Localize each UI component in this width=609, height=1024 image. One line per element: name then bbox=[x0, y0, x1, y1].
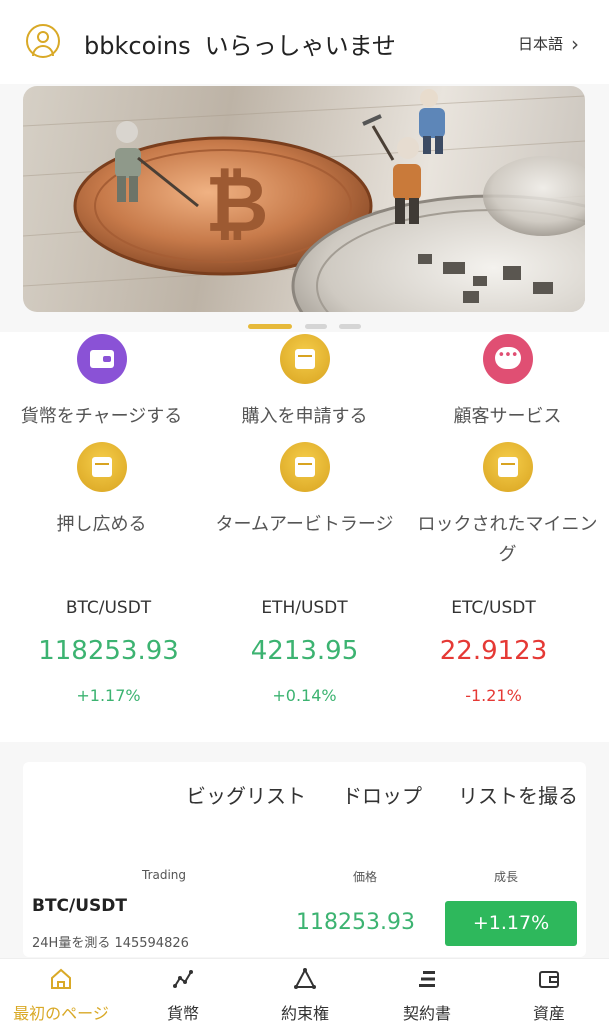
tab-losers[interactable]: ドロップ bbox=[342, 780, 422, 809]
tab-assets[interactable]: 資産 bbox=[488, 967, 609, 1024]
box-icon bbox=[279, 334, 330, 384]
quick-action-locked-mining[interactable]: ロックされたマイニング bbox=[406, 442, 609, 570]
quick-action-label: タームアービトラージ bbox=[215, 514, 394, 535]
ticker-symbol: BTC/USDT bbox=[65, 598, 152, 618]
tab-label: 資産 bbox=[532, 1004, 565, 1023]
ticker-price: 4213.95 bbox=[250, 636, 359, 666]
carousel-dot-3[interactable] bbox=[339, 324, 361, 329]
box-icon bbox=[76, 442, 127, 492]
ticker-btc[interactable]: BTC/USDT 118253.93 +1.17% bbox=[7, 598, 210, 705]
user-avatar-icon[interactable] bbox=[26, 24, 60, 58]
welcome-text: いらっしゃいませ bbox=[204, 32, 396, 60]
ticker-price: 118253.93 bbox=[38, 636, 179, 666]
bitcoin-miners-illustration: ₿ bbox=[23, 89, 585, 312]
row-price: 118253.93 bbox=[296, 910, 415, 935]
tab-currency[interactable]: 貨幣 bbox=[122, 967, 244, 1024]
market-tabs: ビッグリスト ドロップ リストを撮る bbox=[150, 780, 578, 809]
brand-name: bbkcoins bbox=[84, 32, 191, 60]
quick-action-support[interactable]: 顧客サービス bbox=[406, 334, 609, 432]
tab-home[interactable]: 最初のページ bbox=[0, 967, 122, 1024]
tab-label: 最初のページ bbox=[13, 1004, 109, 1023]
ticker-etc[interactable]: ETC/USDT 22.9123 -1.21% bbox=[392, 598, 595, 705]
quick-action-label: 押し広める bbox=[56, 514, 147, 535]
market-list: ビッグリスト ドロップ リストを撮る Trading 価格 成長 BTC/USDT … bbox=[23, 762, 586, 957]
svg-text:₿: ₿ bbox=[205, 160, 269, 250]
row-change-badge[interactable]: +1.17% bbox=[445, 901, 577, 946]
quick-action-purchase[interactable]: 購入を申請する bbox=[203, 334, 406, 432]
home-icon bbox=[0, 967, 122, 991]
tab-label: 約束権 bbox=[280, 1004, 329, 1023]
list-icon bbox=[366, 967, 488, 991]
promo-banner[interactable]: ₿ bbox=[23, 86, 585, 312]
language-selector[interactable]: 日本語 › bbox=[518, 32, 579, 56]
ticker-price: 22.9123 bbox=[439, 636, 548, 666]
row-symbol: BTC/USDT bbox=[32, 896, 127, 916]
wallet-icon bbox=[488, 967, 609, 991]
brand-title: bbkcoins いらっしゃいませ bbox=[84, 26, 396, 61]
row-volume: 24H量を測る 145594826 bbox=[32, 936, 189, 951]
quick-action-label: 購入を申請する bbox=[241, 406, 368, 427]
ticker-strip: BTC/USDT 118253.93 +1.17% ETH/USDT 4213.… bbox=[0, 582, 609, 742]
header: bbkcoins いらっしゃいませ 日本語 › bbox=[0, 0, 609, 84]
tab-contract[interactable]: 契約書 bbox=[366, 967, 488, 1024]
box-icon bbox=[279, 442, 330, 492]
chart-icon bbox=[122, 967, 244, 991]
ticker-change: -1.21% bbox=[465, 686, 522, 705]
tab-label: 契約書 bbox=[402, 1004, 451, 1023]
carousel-dot-2[interactable] bbox=[305, 324, 327, 329]
quick-action-arbitrage[interactable]: タームアービトラージ bbox=[203, 442, 406, 540]
ticker-symbol: ETH/USDT bbox=[261, 598, 348, 618]
ticker-change: +0.14% bbox=[272, 686, 337, 705]
ticker-symbol: ETC/USDT bbox=[451, 598, 536, 618]
bottom-tab-bar: 最初のページ 貨幣 約束権 契約書 資産 bbox=[0, 958, 609, 1024]
chat-icon bbox=[482, 334, 533, 384]
triangle-icon bbox=[244, 967, 366, 991]
language-label: 日本語 bbox=[517, 35, 563, 53]
column-header-pair: Trading bbox=[142, 868, 187, 882]
quick-action-promote[interactable]: 押し広める bbox=[0, 442, 203, 540]
tab-label: 貨幣 bbox=[166, 1004, 199, 1023]
column-header-price: 価格 bbox=[353, 870, 378, 884]
wallet-icon bbox=[76, 334, 127, 384]
quick-actions: 貨幣をチャージする 購入を申請する 顧客サービス 押し広める タームアービトラー… bbox=[0, 332, 609, 582]
quick-action-label: ロックされたマイニング bbox=[417, 514, 598, 565]
carousel-dot-1[interactable] bbox=[248, 324, 292, 329]
quick-action-recharge[interactable]: 貨幣をチャージする bbox=[0, 334, 203, 432]
tab-options[interactable]: 約束権 bbox=[244, 967, 366, 1024]
ticker-change: +1.17% bbox=[76, 686, 141, 705]
tab-gainers[interactable]: ビッグリスト bbox=[186, 780, 306, 809]
ticker-eth[interactable]: ETH/USDT 4213.95 +0.14% bbox=[203, 598, 406, 705]
quick-action-label: 貨幣をチャージする bbox=[20, 406, 183, 427]
tab-listing[interactable]: リストを撮る bbox=[458, 780, 578, 809]
box-icon bbox=[482, 442, 533, 492]
chevron-right-icon: › bbox=[571, 32, 579, 56]
column-header-growth: 成長 bbox=[494, 870, 519, 884]
quick-action-label: 顧客サービス bbox=[453, 406, 562, 427]
